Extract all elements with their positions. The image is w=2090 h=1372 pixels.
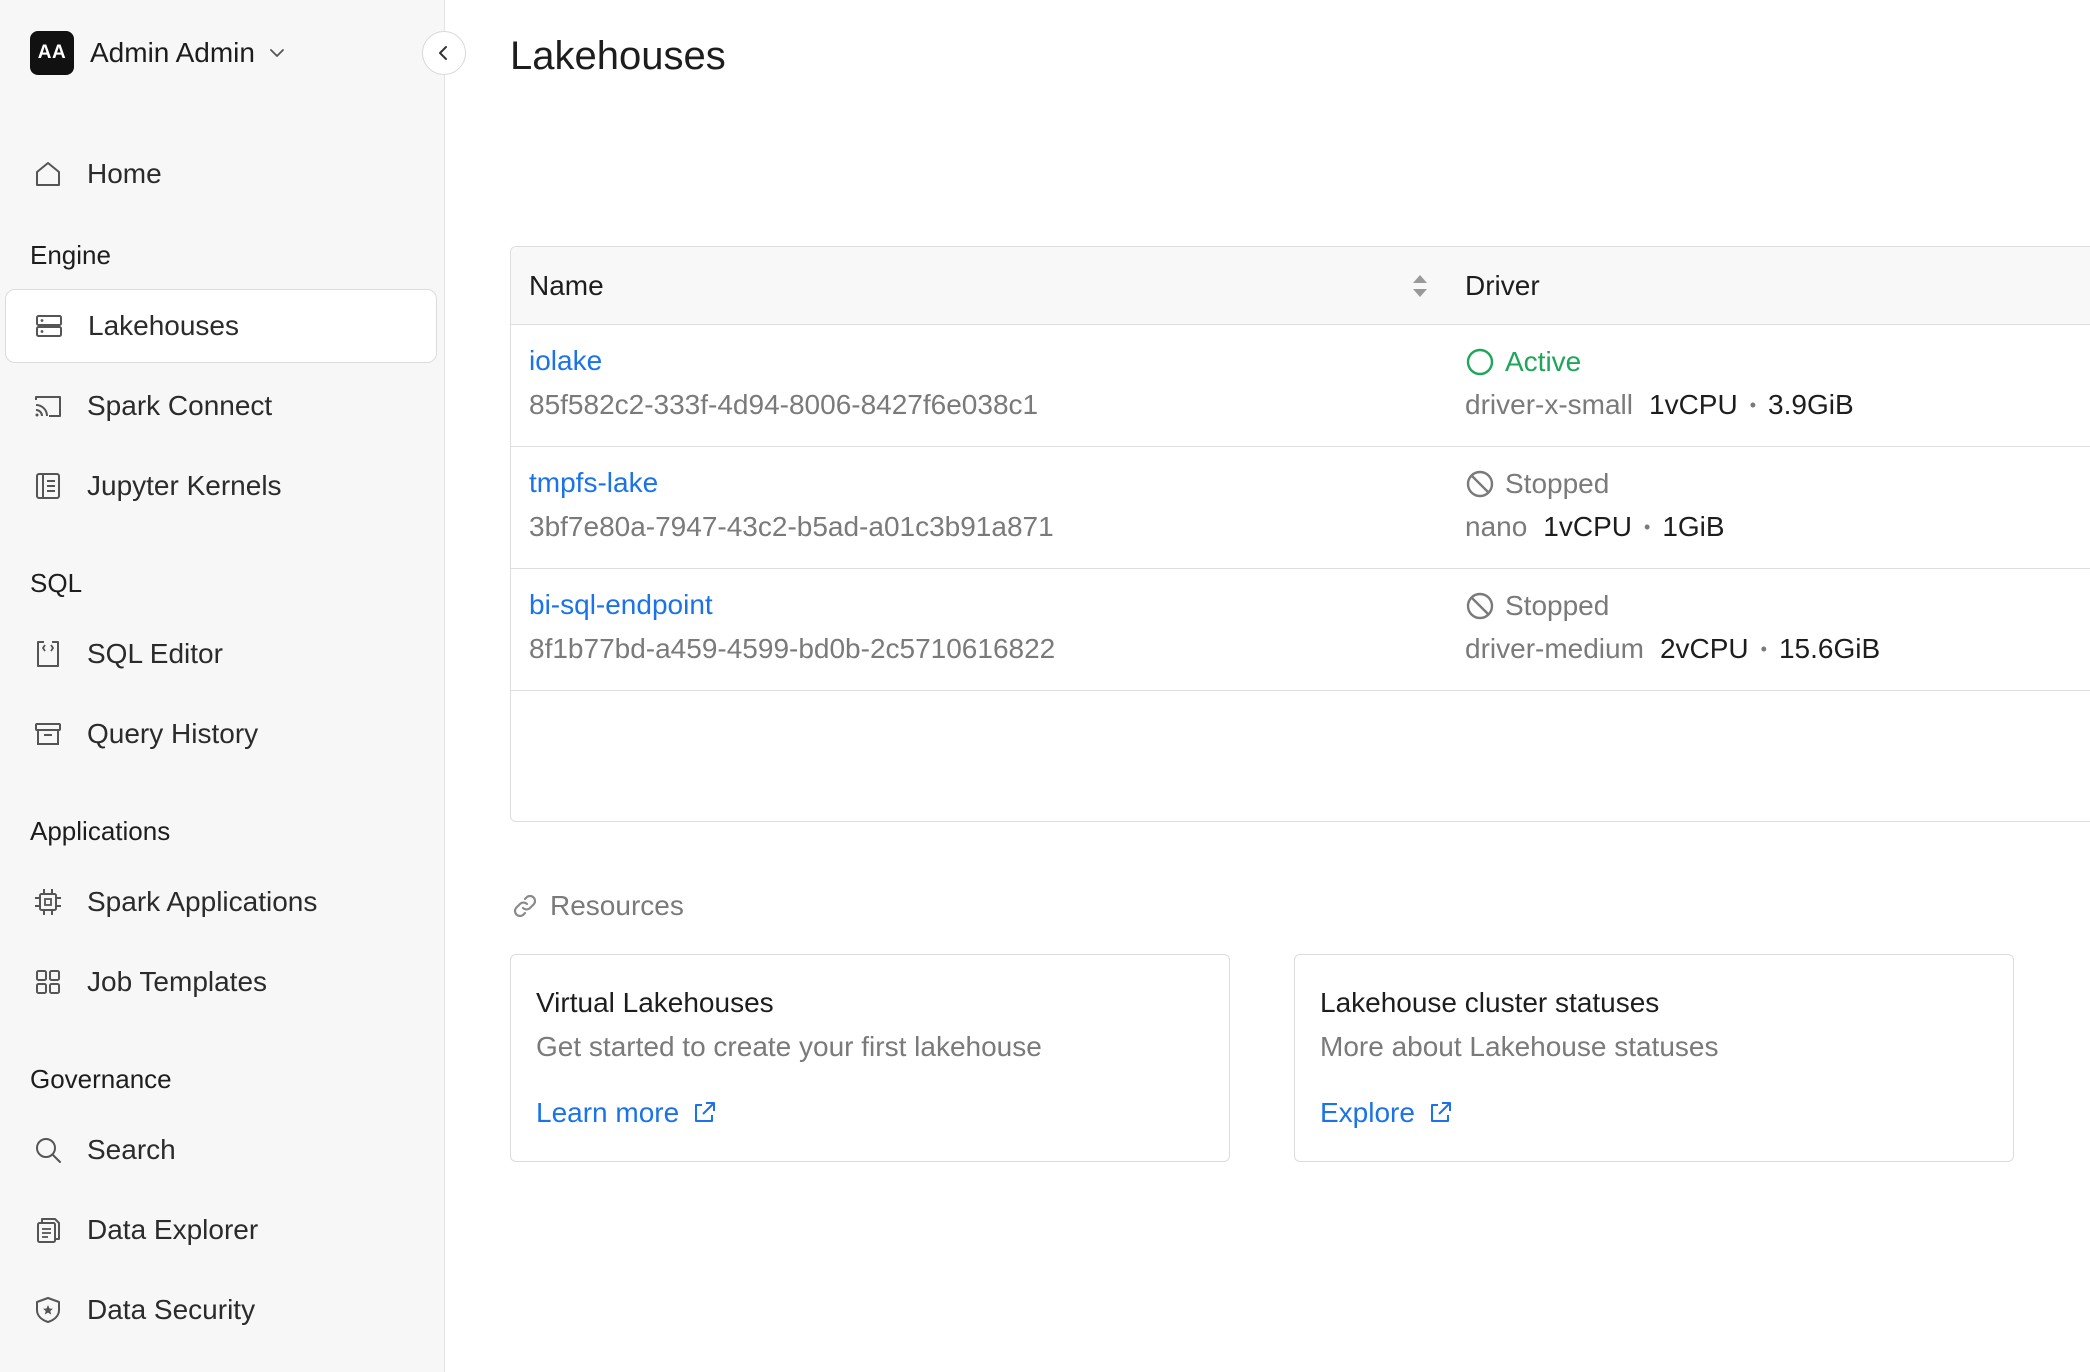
sidebar-item-label: Job Templates (87, 966, 268, 997)
sidebar-item-label: Home (87, 158, 162, 189)
code-file-icon (31, 637, 65, 671)
user-menu[interactable]: AA Admin Admin (30, 30, 287, 76)
sidebar-item-job-templates[interactable]: Job Templates (5, 945, 437, 1019)
learn-more-link[interactable]: Learn more (536, 1097, 717, 1129)
lakehouse-id: 8f1b77bd-a459-4599-bd0b-2c5710616822 (529, 633, 1056, 664)
column-header-driver: Driver (1465, 270, 1540, 301)
lakehouse-id: 3bf7e80a-7947-43c2-b5ad-a01c3b91a871 (529, 511, 1054, 542)
sort-icon[interactable] (1409, 271, 1431, 301)
driver-cpu: 1vCPU (1543, 511, 1632, 542)
driver-spec: nano 1vCPU • 1GiB (1465, 511, 1725, 543)
status-badge: Stopped (1465, 589, 1880, 623)
sidebar-item-query-history[interactable]: Query History (5, 697, 437, 771)
sidebar-item-label: Query History (87, 718, 259, 749)
lakehouse-link[interactable]: tmpfs-lake (529, 467, 1054, 501)
resources-label: Resources (550, 890, 684, 921)
driver-memory: 15.6GiB (1778, 633, 1881, 664)
section-sql: SQL (30, 568, 83, 598)
separator-dot: • (1749, 394, 1757, 415)
section-governance: Governance (30, 1064, 172, 1094)
sidebar-item-data-security[interactable]: Data Security (5, 1273, 437, 1347)
status-text: Stopped (1505, 590, 1610, 621)
sidebar-item-label: Data Security (87, 1294, 256, 1325)
card-description: Get started to create your first lakehou… (536, 1031, 1042, 1062)
avatar: AA (30, 31, 74, 75)
section-applications: Applications (30, 816, 171, 846)
driver-size: nano (1465, 511, 1528, 542)
chevron-down-icon (270, 49, 284, 57)
chevron-left-icon (439, 46, 447, 60)
sidebar-item-lakehouses[interactable]: Lakehouses (5, 289, 437, 363)
explore-link[interactable]: Explore (1320, 1097, 1453, 1129)
sidebar: AA Admin Admin Home Engine Lakehouses Sp… (0, 0, 445, 1372)
separator-dot: • (1644, 516, 1651, 537)
search-icon (31, 1133, 65, 1167)
lakehouses-table: Name Driver iolake 85f582c2-333f-4d94-80… (510, 246, 2090, 822)
cast-icon (31, 389, 65, 423)
external-link-icon (695, 1102, 716, 1122)
user-name: Admin Admin (90, 37, 255, 68)
column-header-name[interactable]: Name (529, 247, 604, 325)
stop-icon (1466, 470, 1494, 498)
sidebar-item-sql-editor[interactable]: SQL Editor (5, 617, 437, 691)
status-badge: Active (1465, 345, 1854, 379)
page-title: Lakehouses (510, 34, 726, 78)
sidebar-item-label: SQL Editor (87, 638, 223, 669)
sidebar-item-label: Lakehouses (88, 310, 240, 341)
sidebar-item-search[interactable]: Search (5, 1113, 437, 1187)
sidebar-item-spark-applications[interactable]: Spark Applications (5, 865, 437, 939)
resources-heading: Resources (510, 890, 684, 922)
lakehouse-id: 85f582c2-333f-4d94-8006-8427f6e038c1 (529, 389, 1039, 420)
sidebar-item-label: Spark Applications (87, 886, 318, 917)
sidebar-item-spark-connect[interactable]: Spark Connect (5, 369, 437, 443)
driver-cpu: 2vCPU (1659, 633, 1749, 664)
sidebar-item-jupyter-kernels[interactable]: Jupyter Kernels (5, 449, 437, 523)
driver-memory: 1GiB (1662, 511, 1725, 542)
driver-memory: 3.9GiB (1768, 389, 1854, 420)
home-icon (31, 157, 65, 191)
resource-card-cluster-statuses: Lakehouse cluster statuses More about La… (1294, 954, 2014, 1162)
card-title: Virtual Lakehouses (536, 987, 774, 1018)
table-row: iolake 85f582c2-333f-4d94-8006-8427f6e03… (511, 325, 2090, 447)
link-label: Learn more (536, 1097, 680, 1128)
sidebar-item-label: Search (87, 1134, 176, 1165)
driver-spec: driver-medium 2vCPU • 15.6GiB (1465, 633, 1880, 665)
stop-icon (1466, 592, 1494, 620)
driver-size: driver-medium (1465, 633, 1644, 664)
table-row: bi-sql-endpoint 8f1b77bd-a459-4599-bd0b-… (511, 569, 2090, 691)
card-description: More about Lakehouse statuses (1320, 1031, 1719, 1062)
resource-card-virtual-lakehouses: Virtual Lakehouses Get started to create… (510, 954, 1230, 1162)
shield-icon (31, 1293, 65, 1327)
status-text: Active (1505, 346, 1582, 377)
collapse-sidebar-button[interactable] (422, 31, 466, 75)
external-link-icon (1430, 1102, 1451, 1122)
documents-icon (31, 1213, 65, 1247)
status-badge: Stopped (1465, 467, 1725, 501)
circle-icon (1466, 348, 1494, 376)
sidebar-item-label: Data Explorer (87, 1214, 259, 1245)
status-text: Stopped (1505, 468, 1610, 499)
server-icon (32, 309, 66, 343)
archive-icon (31, 717, 65, 751)
grid-icon (31, 965, 65, 999)
section-engine: Engine (30, 240, 111, 270)
link-label: Explore (1320, 1097, 1415, 1128)
lakehouse-link[interactable]: bi-sql-endpoint (529, 589, 1055, 623)
lakehouse-link[interactable]: iolake (529, 345, 1038, 379)
separator-dot: • (1760, 638, 1767, 659)
link-icon (513, 894, 537, 918)
notebook-icon (31, 469, 65, 503)
table-header: Name Driver (511, 247, 2090, 325)
sidebar-item-label: Jupyter Kernels (87, 470, 282, 501)
cpu-chip-icon (31, 885, 65, 919)
sidebar-item-home[interactable]: Home (5, 137, 437, 211)
driver-cpu: 1vCPU (1649, 389, 1738, 420)
sidebar-item-label: Spark Connect (87, 390, 273, 421)
card-title: Lakehouse cluster statuses (1320, 987, 1660, 1018)
driver-spec: driver-x-small 1vCPU • 3.9GiB (1465, 389, 1854, 421)
table-row: tmpfs-lake 3bf7e80a-7947-43c2-b5ad-a01c3… (511, 447, 2090, 569)
sidebar-item-data-explorer[interactable]: Data Explorer (5, 1193, 437, 1267)
driver-size: driver-x-small (1465, 389, 1633, 420)
